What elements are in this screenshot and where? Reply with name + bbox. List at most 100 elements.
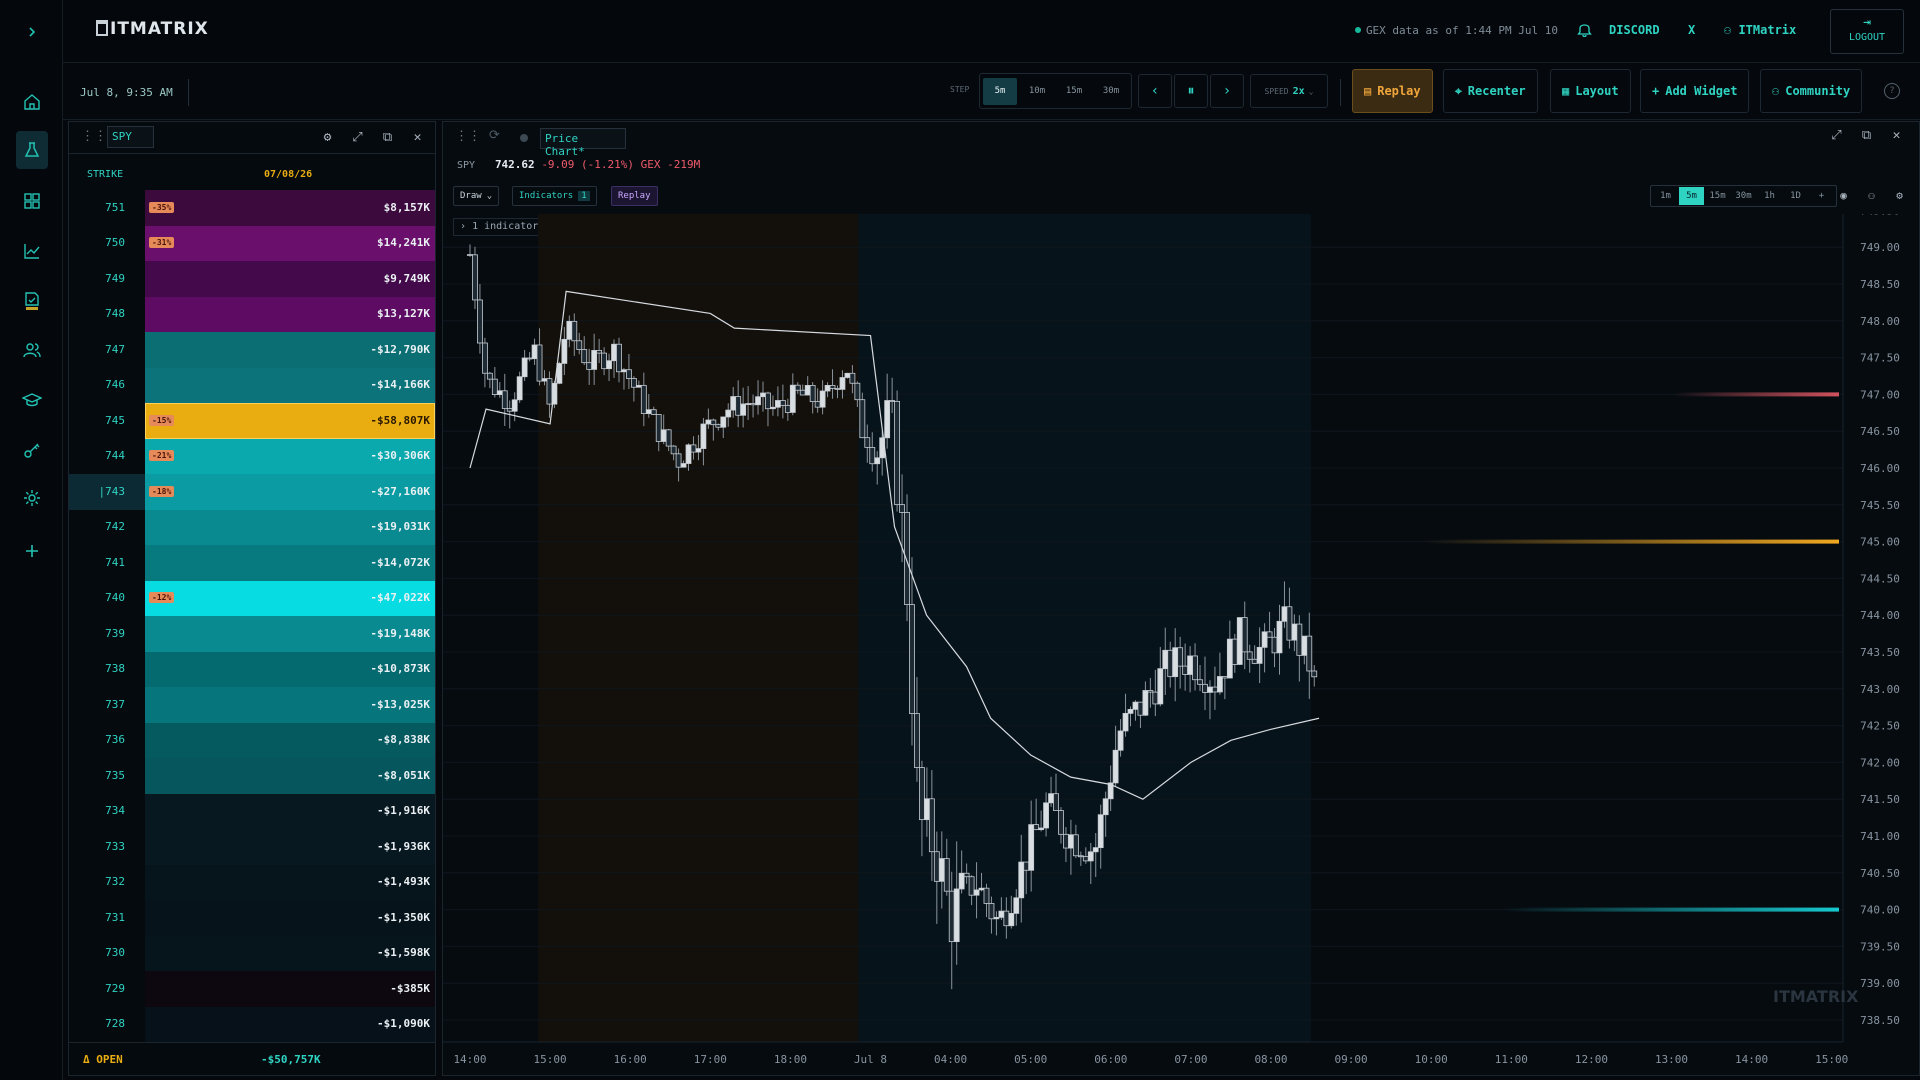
indicators-button[interactable]: Indicators 1 — [512, 186, 597, 206]
drag-handle-icon[interactable]: ⋮⋮ — [455, 129, 481, 144]
education-cap-icon[interactable] — [18, 386, 45, 413]
journal-beta-icon[interactable] — [18, 287, 45, 314]
gex-row[interactable]: 751 $8,157K -35% — [69, 190, 435, 226]
community-button[interactable]: ⚇ Community — [1760, 69, 1863, 113]
step-10m[interactable]: 10m — [1020, 78, 1054, 105]
candle-body — [1102, 798, 1109, 816]
recenter-button[interactable]: ⌖ Recenter — [1443, 69, 1538, 113]
lab-flask-icon[interactable] — [16, 131, 48, 169]
strike-cell: 738 — [105, 662, 125, 676]
add-widget-button[interactable]: + Add Widget — [1640, 69, 1750, 113]
help-icon[interactable]: ? — [1884, 83, 1900, 99]
gex-row[interactable]: 748 $13,127K — [69, 296, 435, 332]
expand-icon[interactable]: ⤢ — [1828, 127, 1845, 144]
gex-value: -$10,873K — [370, 662, 430, 676]
step-forward-button[interactable]: › — [1210, 74, 1244, 108]
home-icon[interactable] — [18, 88, 45, 115]
pause-button[interactable]: ⏸ — [1174, 74, 1208, 108]
step-5m[interactable]: 5m — [983, 77, 1017, 105]
ticker-input[interactable]: SPY — [107, 126, 154, 148]
gex-row[interactable]: 739 -$19,148K — [69, 616, 435, 652]
brand-logo[interactable]: ITMATRIX — [96, 19, 209, 39]
candle-body — [616, 343, 622, 373]
gex-row[interactable]: 742 -$19,031K — [69, 509, 435, 545]
gex-row[interactable]: 738 -$10,873K — [69, 651, 435, 687]
logout-button[interactable]: ⇥ LOGOUT — [1830, 9, 1904, 54]
candle-body — [1241, 617, 1248, 653]
gex-row[interactable]: 734 -$1,916K — [69, 793, 435, 829]
gex-row[interactable]: 740 -$47,022K -12% — [69, 580, 435, 616]
settings-gear-icon[interactable] — [18, 484, 45, 511]
gex-row[interactable]: 735 -$8,051K — [69, 758, 435, 794]
candle-body — [859, 399, 866, 439]
step-30m[interactable]: 30m — [1094, 78, 1128, 105]
users-icon[interactable] — [18, 336, 45, 363]
user-menu[interactable]: ⚇ ITMatrix — [1724, 23, 1796, 37]
gex-bar: -$14,166K — [145, 367, 435, 403]
y-tick-label: 740.00 — [1860, 904, 1900, 917]
replay-button[interactable]: ▤ Replay — [1352, 69, 1433, 113]
close-icon[interactable]: ✕ — [1888, 127, 1905, 144]
gex-row[interactable]: 728 -$1,090K — [69, 1006, 435, 1042]
gex-bar: -$1,936K — [145, 829, 435, 865]
gex-row[interactable]: |743 -$27,160K -18% — [69, 474, 435, 510]
candle-body — [670, 445, 677, 455]
gex-row[interactable]: 750 $14,241K -31% — [69, 225, 435, 261]
step-back-button[interactable]: ‹ — [1138, 74, 1172, 108]
gex-row[interactable]: 732 -$1,493K — [69, 864, 435, 900]
chart-symbol: SPY — [457, 160, 476, 171]
tf-1d[interactable]: 1D — [1783, 187, 1808, 205]
gex-row[interactable]: 741 -$14,072K — [69, 545, 435, 581]
tf-15m[interactable]: 15m — [1705, 187, 1730, 205]
camera-icon[interactable]: ◉ — [1835, 187, 1852, 204]
add-plus-icon[interactable] — [18, 537, 45, 564]
x-tick-label: 17:00 — [694, 1053, 727, 1066]
gex-row[interactable]: 736 -$8,838K — [69, 722, 435, 758]
gex-row[interactable]: 747 -$12,790K — [69, 332, 435, 368]
gex-row[interactable]: 730 -$1,598K — [69, 935, 435, 971]
y-tick-label: 743.50 — [1860, 646, 1900, 659]
gex-row[interactable]: 744 -$30,306K -21% — [69, 438, 435, 474]
candle-body — [501, 390, 508, 409]
gear-icon[interactable]: ⚙ — [319, 129, 336, 146]
chart-replay-button[interactable]: Replay — [611, 186, 658, 206]
tf-1m[interactable]: 1m — [1653, 187, 1678, 205]
chart-title-input[interactable]: Price Chart* — [540, 128, 626, 158]
users-icon[interactable]: ⚇ — [1863, 187, 1880, 204]
tf-1h[interactable]: 1h — [1757, 187, 1782, 205]
change-badge: -15% — [149, 414, 175, 426]
gex-row[interactable]: 737 -$13,025K — [69, 687, 435, 723]
bell-icon[interactable] — [1577, 21, 1592, 40]
drag-handle-icon[interactable]: ⋮⋮ — [81, 129, 107, 144]
popout-icon[interactable]: ⧉ — [1858, 127, 1875, 144]
key-icon[interactable] — [18, 436, 45, 463]
change-badge: -12% — [149, 592, 175, 604]
tf-add[interactable]: + — [1809, 187, 1834, 205]
chart-line-icon[interactable] — [18, 237, 45, 264]
sync-icon[interactable]: ⟳ — [489, 128, 500, 143]
dashboard-grid-icon[interactable] — [18, 187, 45, 214]
gex-row[interactable]: 731 -$1,350K — [69, 900, 435, 936]
popout-icon[interactable]: ⧉ — [379, 129, 396, 146]
gex-row[interactable]: 745 -$58,807K -15% — [69, 403, 435, 439]
expand-chevron-icon[interactable] — [18, 18, 45, 45]
gex-row[interactable]: 729 -$385K — [69, 971, 435, 1007]
speed-select[interactable]: SPEED 2x ⌄ — [1250, 74, 1328, 108]
discord-link[interactable]: DISCORD — [1609, 23, 1660, 37]
link-dot-icon[interactable] — [520, 134, 528, 142]
x-link[interactable]: X — [1688, 23, 1695, 37]
candle-body — [496, 390, 503, 396]
layout-button[interactable]: ▦ Layout — [1550, 69, 1631, 113]
gex-row[interactable]: 749 $9,749K — [69, 261, 435, 297]
price-chart-canvas[interactable]: 749.50 749.00 748.50 748.00 747.50 747.00 746.… — [443, 214, 1919, 1075]
tf-5m[interactable]: 5m — [1679, 187, 1704, 205]
price-chart-panel: ⋮⋮ ⟳ Price Chart* ⤢ ⧉ ✕ SPY 742.62 -9.09… — [442, 121, 1920, 1076]
gex-row[interactable]: 733 -$1,936K — [69, 829, 435, 865]
close-icon[interactable]: ✕ — [409, 129, 426, 146]
gex-row[interactable]: 746 -$14,166K — [69, 367, 435, 403]
draw-button[interactable]: Draw ⌄ — [453, 186, 500, 206]
step-15m[interactable]: 15m — [1057, 78, 1091, 105]
tf-30m[interactable]: 30m — [1731, 187, 1756, 205]
expand-icon[interactable]: ⤢ — [349, 129, 366, 146]
gear-icon[interactable]: ⚙ — [1891, 187, 1908, 204]
